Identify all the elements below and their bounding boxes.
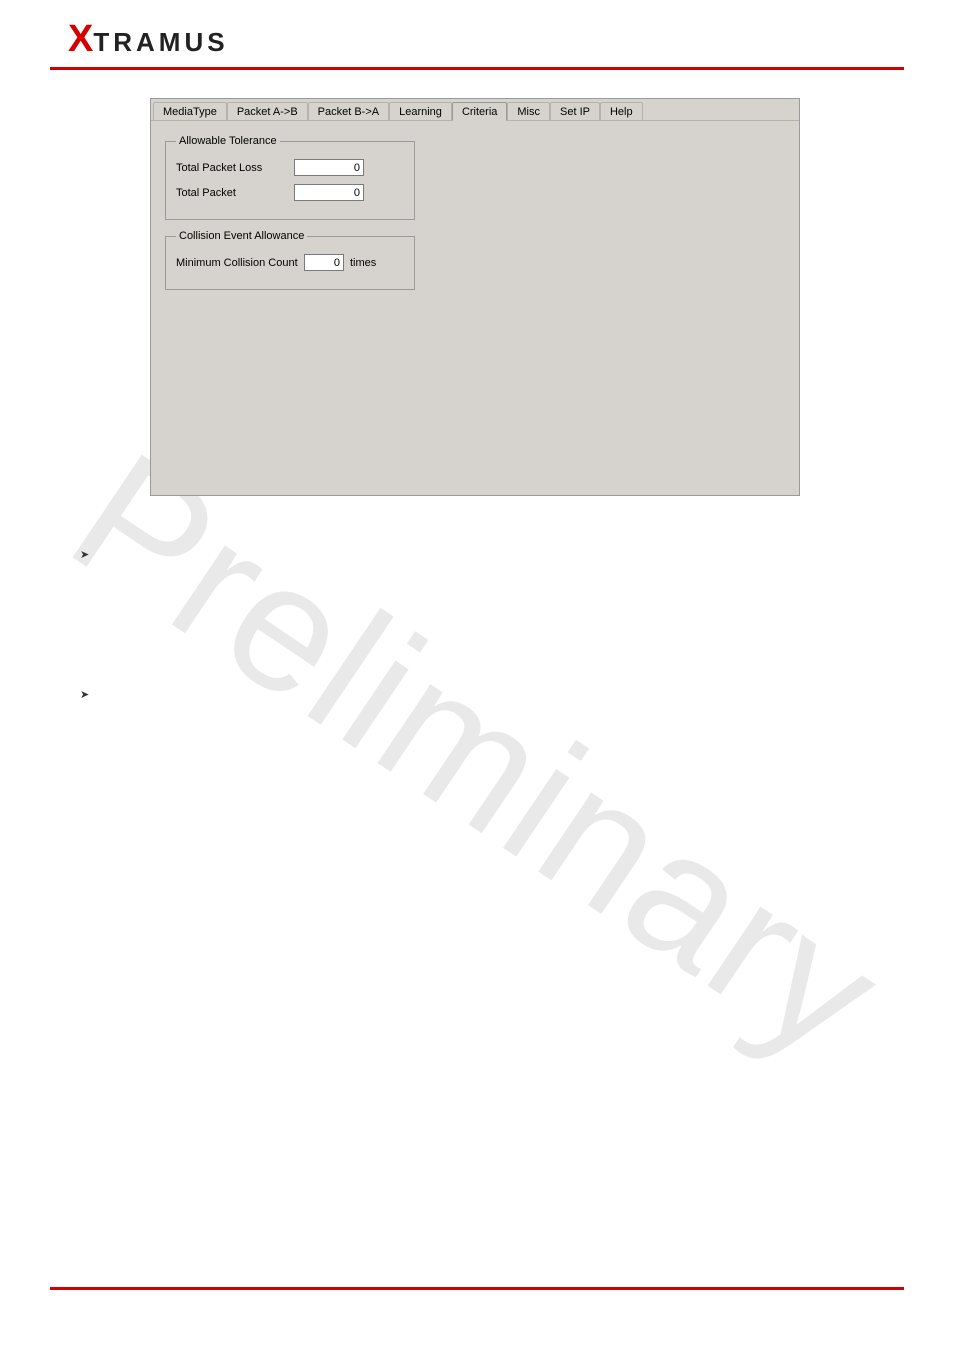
collision-event-allowance-group: Collision Event Allowance Minimum Collis… bbox=[165, 230, 415, 290]
logo-x-letter: X bbox=[68, 18, 92, 61]
logo-rest-letters: TRAMUS bbox=[93, 27, 228, 58]
collision-event-allowance-legend: Collision Event Allowance bbox=[176, 230, 307, 242]
criteria-panel: Allowable Tolerance Total Packet Loss To… bbox=[151, 121, 799, 314]
tab-learning[interactable]: Learning bbox=[389, 102, 452, 120]
allowable-tolerance-group: Allowable Tolerance Total Packet Loss To… bbox=[165, 135, 415, 220]
min-collision-unit: times bbox=[350, 257, 376, 269]
footer-divider bbox=[50, 1287, 904, 1290]
tab-packet-a-b[interactable]: Packet A->B bbox=[227, 102, 308, 120]
brand-logo: X TRAMUS bbox=[68, 18, 904, 61]
tab-mediatype[interactable]: MediaType bbox=[153, 102, 227, 120]
settings-dialog: MediaType Packet A->B Packet B->A Learni… bbox=[150, 98, 800, 496]
total-packet-input[interactable] bbox=[294, 184, 364, 201]
allowable-tolerance-legend: Allowable Tolerance bbox=[176, 135, 280, 147]
min-collision-count-input[interactable] bbox=[304, 254, 344, 271]
tab-help[interactable]: Help bbox=[600, 102, 643, 120]
tab-packet-b-a[interactable]: Packet B->A bbox=[308, 102, 389, 120]
tab-criteria[interactable]: Criteria bbox=[452, 102, 507, 121]
header-divider bbox=[50, 67, 904, 70]
min-collision-count-label: Minimum Collision Count bbox=[176, 257, 304, 269]
total-packet-loss-input[interactable] bbox=[294, 159, 364, 176]
total-packet-label: Total Packet bbox=[176, 187, 294, 199]
tab-bar: MediaType Packet A->B Packet B->A Learni… bbox=[151, 99, 799, 121]
tab-set-ip[interactable]: Set IP bbox=[550, 102, 600, 120]
total-packet-loss-label: Total Packet Loss bbox=[176, 162, 294, 174]
notes-list: . . . . bbox=[80, 546, 904, 702]
tab-misc[interactable]: Misc bbox=[507, 102, 550, 120]
